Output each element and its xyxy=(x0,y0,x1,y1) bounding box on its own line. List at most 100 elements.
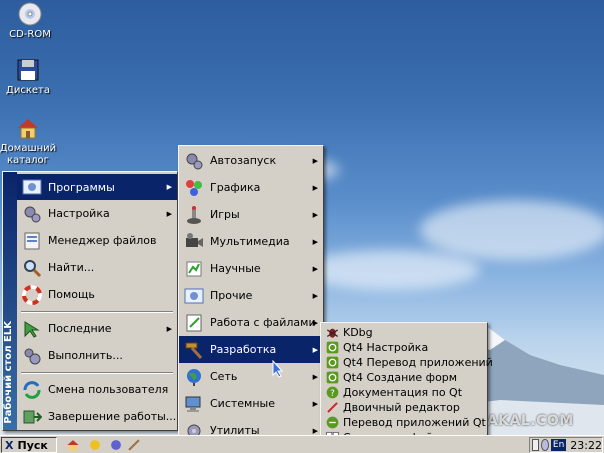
menu-item-label: Менеджер файлов xyxy=(48,234,157,247)
menu-item-label: Настройка xyxy=(48,207,110,220)
qt-icon xyxy=(325,356,339,370)
menu-item-label: Документация по Qt xyxy=(343,386,463,399)
menu-item-label: Qt4 Создание форм xyxy=(343,371,458,384)
submenu-arrow-icon: ▶ xyxy=(166,209,172,218)
menu-item-label: Программы xyxy=(48,180,115,194)
programs-item-science[interactable]: Научные ▶ xyxy=(179,255,323,282)
menu-item-label: KDbg xyxy=(343,326,373,339)
svg-text:?: ? xyxy=(330,388,334,398)
menu-item-label: Графика xyxy=(210,181,261,194)
programs-item-games[interactable]: Игры ▶ xyxy=(179,201,323,228)
menu-item-label: Разработка xyxy=(210,343,277,356)
start-item-programs[interactable]: Программы ▶ xyxy=(17,174,177,200)
start-item-recent[interactable]: Последние ▶ xyxy=(17,315,177,342)
submenu-arrow-icon: ▶ xyxy=(312,291,318,300)
dev-item-hex-editor[interactable]: Двоичный редактор xyxy=(321,400,487,415)
settings-icon xyxy=(21,203,43,225)
dev-item-kdbg[interactable]: KDbg xyxy=(321,325,487,340)
start-item-shutdown[interactable]: Завершение работы... xyxy=(17,403,177,430)
start-item-settings[interactable]: Настройка ▶ xyxy=(17,200,177,227)
desktop-icon-floppy[interactable]: Дискета xyxy=(0,58,58,97)
programs-item-other[interactable]: Прочие ▶ xyxy=(179,282,323,309)
development-icon xyxy=(183,339,205,361)
qt-docs-icon: ? xyxy=(325,386,339,400)
start-item-file-manager[interactable]: Менеджер файлов xyxy=(17,227,177,254)
qt-icon xyxy=(325,341,339,355)
system-icon xyxy=(183,393,205,415)
quicklaunch-star-icon[interactable] xyxy=(88,438,102,452)
dev-item-qt4-translate[interactable]: Qt4 Перевод приложений xyxy=(321,355,493,370)
programs-menu: Автозапуск ▶ Графика ▶ Игры ▶ Мультимеди… xyxy=(178,145,324,445)
menu-item-label: Системные xyxy=(210,397,275,410)
switch-user-icon xyxy=(21,379,43,401)
menu-item-label: Игры xyxy=(210,208,240,221)
submenu-arrow-icon: ▶ xyxy=(312,318,318,327)
quicklaunch-editor-icon[interactable] xyxy=(127,438,141,452)
programs-item-files[interactable]: Работа с файлами ▶ xyxy=(179,309,323,336)
dev-item-qt-linguist[interactable]: Перевод приложений Qt xyxy=(321,415,487,430)
menu-item-label: Двоичный редактор xyxy=(343,401,460,414)
programs-item-graphics[interactable]: Графика ▶ xyxy=(179,174,323,201)
home-folder-icon xyxy=(16,116,40,140)
menu-item-label: Автозапуск xyxy=(210,154,277,167)
floppy-icon xyxy=(16,58,40,82)
run-icon xyxy=(21,345,43,367)
submenu-arrow-icon: ▶ xyxy=(312,210,318,219)
dev-item-qt4-config[interactable]: Qt4 Настройка xyxy=(321,340,487,355)
taskbar: X Пуск En 23:22 xyxy=(0,435,604,453)
start-item-help[interactable]: Помощь xyxy=(17,281,177,308)
autostart-icon xyxy=(183,150,205,172)
submenu-arrow-icon: ▶ xyxy=(312,345,318,354)
start-button[interactable]: X Пуск xyxy=(1,437,57,453)
programs-item-development[interactable]: Разработка ▶ xyxy=(179,336,323,363)
menu-item-label: Последние xyxy=(48,322,112,335)
hex-editor-icon xyxy=(325,401,339,415)
shutdown-icon xyxy=(21,406,43,428)
help-icon xyxy=(21,284,43,306)
desktop-icon-label: Домашний каталог xyxy=(0,143,57,166)
menu-item-label: Научные xyxy=(210,262,261,275)
quicklaunch-browser-icon[interactable] xyxy=(109,438,123,452)
science-icon xyxy=(183,258,205,280)
submenu-arrow-icon: ▶ xyxy=(312,399,318,408)
games-icon xyxy=(183,204,205,226)
clock[interactable]: 23:22 xyxy=(570,439,602,452)
development-menu: KDbg Qt4 Настройка Qt4 Перевод приложени… xyxy=(320,322,493,446)
desktop-icon-label: CD-ROM xyxy=(9,29,51,40)
submenu-arrow-icon: ▶ xyxy=(312,183,318,192)
language-indicator[interactable]: En xyxy=(550,439,567,451)
desktop-icon-label: Дискета xyxy=(6,85,50,96)
submenu-arrow-icon: ▶ xyxy=(312,156,318,165)
volume-icon[interactable] xyxy=(541,439,549,451)
menu-item-label: Прочие xyxy=(210,289,253,302)
programs-item-multimedia[interactable]: Мультимедиа ▶ xyxy=(179,228,323,255)
submenu-arrow-icon: ▶ xyxy=(312,264,318,273)
menu-item-label: Перевод приложений Qt xyxy=(343,416,486,429)
desktop-icon-home[interactable]: Домашний каталог xyxy=(0,116,58,167)
submenu-arrow-icon: ▶ xyxy=(312,426,318,435)
dev-item-qt-docs[interactable]: ? Документация по Qt xyxy=(321,385,487,400)
search-icon xyxy=(21,257,43,279)
start-menu: Рабочий стол ELK Программы ▶ Настройка ▶… xyxy=(2,171,178,431)
quicklaunch-home-icon[interactable] xyxy=(66,438,80,452)
programs-item-network[interactable]: Сеть ▶ xyxy=(179,363,323,390)
start-item-run[interactable]: Выполнить... xyxy=(17,342,177,369)
programs-item-system[interactable]: Системные ▶ xyxy=(179,390,323,417)
start-item-switch-user[interactable]: Смена пользователя xyxy=(17,376,177,403)
menu-separator xyxy=(21,372,173,374)
start-menu-sidebar: Рабочий стол ELK xyxy=(3,172,17,430)
desktop-icon-cdrom[interactable]: CD-ROM xyxy=(0,2,60,41)
programs-item-autostart[interactable]: Автозапуск ▶ xyxy=(179,147,323,174)
menu-item-label: Помощь xyxy=(48,288,95,301)
mouse-cursor-icon xyxy=(272,360,284,378)
multimedia-icon xyxy=(183,231,205,253)
cloud xyxy=(300,250,480,290)
dev-item-qt4-designer[interactable]: Qt4 Создание форм xyxy=(321,370,487,385)
menu-item-label: Завершение работы... xyxy=(48,410,177,423)
menu-item-label: Qt4 Перевод приложений xyxy=(343,356,493,369)
keyboard-icon[interactable] xyxy=(532,439,540,451)
qt-icon xyxy=(325,371,339,385)
submenu-arrow-icon: ▶ xyxy=(166,324,172,333)
start-item-find[interactable]: Найти... xyxy=(17,254,177,281)
menu-separator xyxy=(21,311,173,313)
